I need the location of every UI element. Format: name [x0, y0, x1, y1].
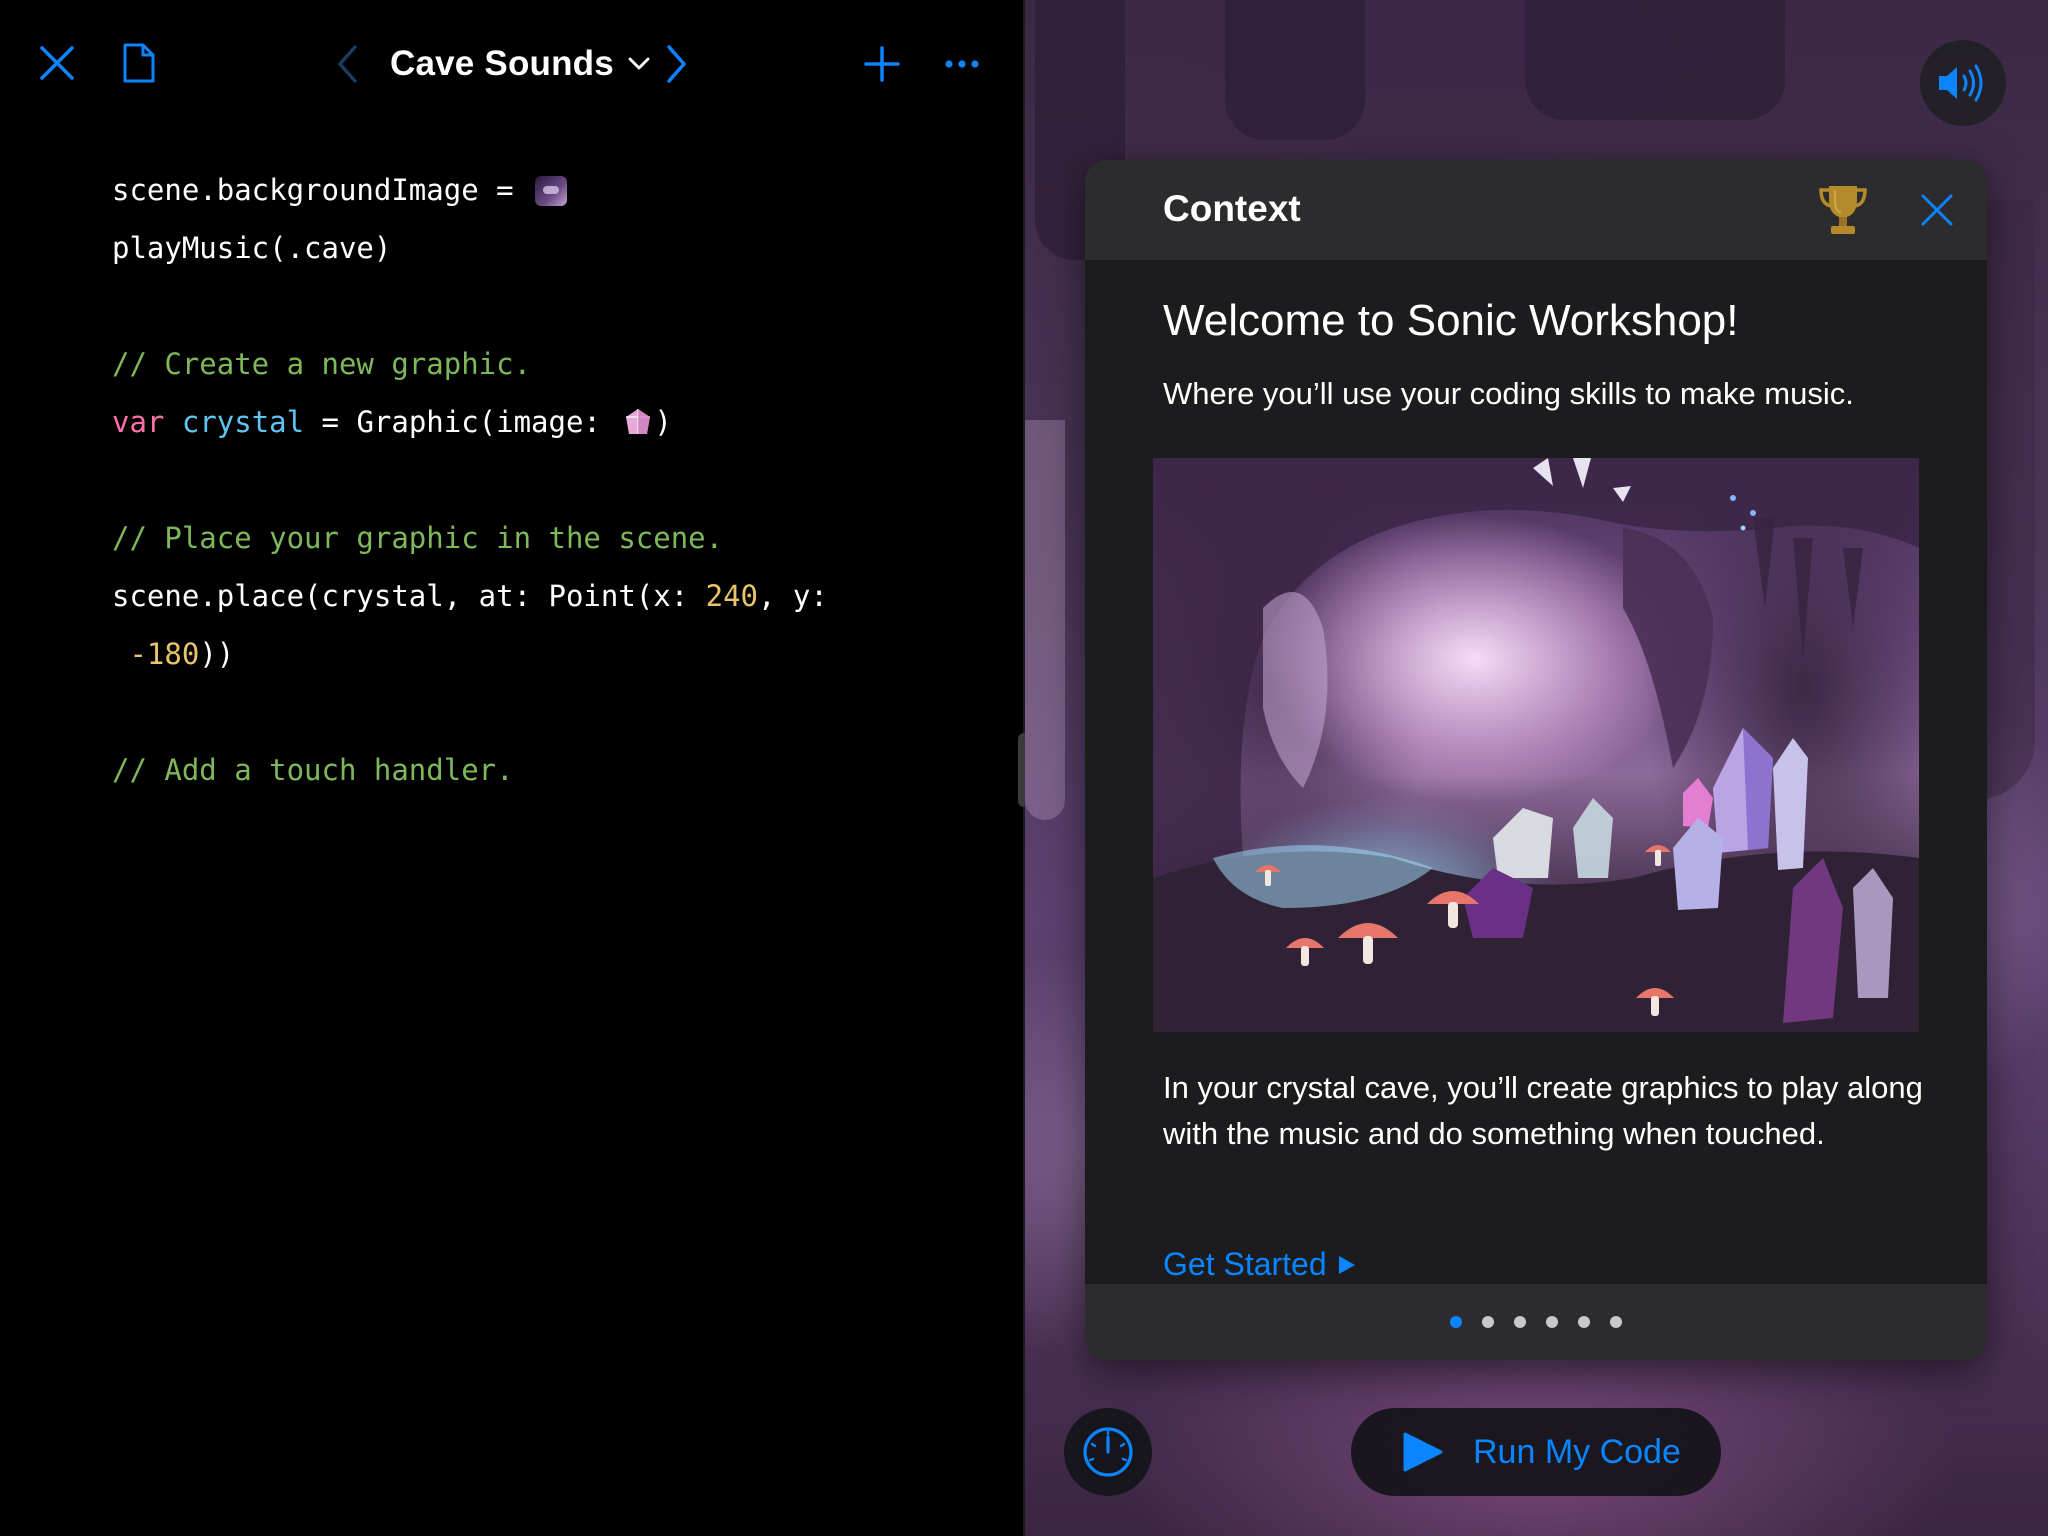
page-indicator[interactable] — [1085, 1284, 1987, 1360]
code-line-6-wrap[interactable]: -180)) — [112, 632, 234, 676]
code-line-3[interactable]: // Create a new graphic. — [112, 342, 531, 386]
sound-button[interactable] — [1920, 40, 2006, 126]
panel-header: Context — [1085, 160, 1987, 260]
plus-icon[interactable] — [858, 40, 906, 88]
speed-button[interactable] — [1064, 1408, 1152, 1496]
image-literal-crystal[interactable] — [622, 406, 654, 438]
close-panel-icon[interactable] — [1915, 188, 1959, 232]
code-line-8[interactable]: // Add a touch handler. — [112, 748, 514, 792]
page-dot[interactable] — [1450, 1316, 1462, 1328]
ellipsis-icon[interactable] — [938, 40, 986, 88]
run-button-label: Run My Code — [1473, 1432, 1681, 1471]
code-line-2[interactable]: playMusic(.cave) — [112, 226, 391, 270]
page-title-menu[interactable]: Cave Sounds — [390, 40, 650, 88]
trophy-icon[interactable] — [1817, 182, 1869, 238]
code-line-4[interactable]: var crystal = Graphic(image: ) — [112, 400, 672, 444]
code-line-6[interactable]: scene.place(crystal, at: Point(x: 240, y… — [112, 574, 828, 618]
speedometer-icon — [1083, 1427, 1133, 1477]
speaker-icon — [1939, 64, 1983, 102]
chevron-down-icon — [628, 57, 650, 70]
context-panel: Context Welcome to Sonic Workshop! Where… — [1085, 160, 1987, 1360]
play-icon — [1403, 1432, 1443, 1472]
play-triangle-icon — [1338, 1255, 1355, 1274]
code-editor-pane: Cave Sounds scene.backgroundImage = play… — [0, 0, 1023, 1536]
code-line-1[interactable]: scene.backgroundImage = — [112, 168, 568, 212]
document-icon[interactable] — [116, 38, 162, 88]
page-dot[interactable] — [1514, 1316, 1526, 1328]
run-my-code-button[interactable]: Run My Code — [1351, 1408, 1721, 1496]
page-dot[interactable] — [1546, 1316, 1558, 1328]
code-line-5[interactable]: // Place your graphic in the scene. — [112, 516, 723, 560]
background-decoration — [1225, 0, 1365, 140]
get-started-link[interactable]: Get Started — [1163, 1246, 1357, 1283]
page-dot[interactable] — [1482, 1316, 1494, 1328]
crystal-cave-illustration — [1153, 458, 1919, 1032]
background-decoration — [1525, 0, 1785, 120]
chevron-left-icon[interactable] — [330, 40, 364, 88]
close-icon[interactable] — [34, 40, 80, 86]
chevron-right-icon[interactable] — [660, 40, 694, 88]
panel-footer — [1085, 1284, 1987, 1360]
image-literal-cave-background[interactable] — [535, 176, 568, 206]
panel-body-text: In your crystal cave, you’ll create grap… — [1163, 1070, 1923, 1151]
panel-title: Context — [1163, 188, 1301, 229]
background-decoration — [1025, 420, 1065, 820]
panel-subtitle: Where you’ll use your coding skills to m… — [1163, 376, 1854, 411]
panel-heading: Welcome to Sonic Workshop! — [1163, 296, 1739, 345]
page-title: Cave Sounds — [390, 44, 614, 83]
page-dot[interactable] — [1610, 1316, 1622, 1328]
page-dot[interactable] — [1578, 1316, 1590, 1328]
